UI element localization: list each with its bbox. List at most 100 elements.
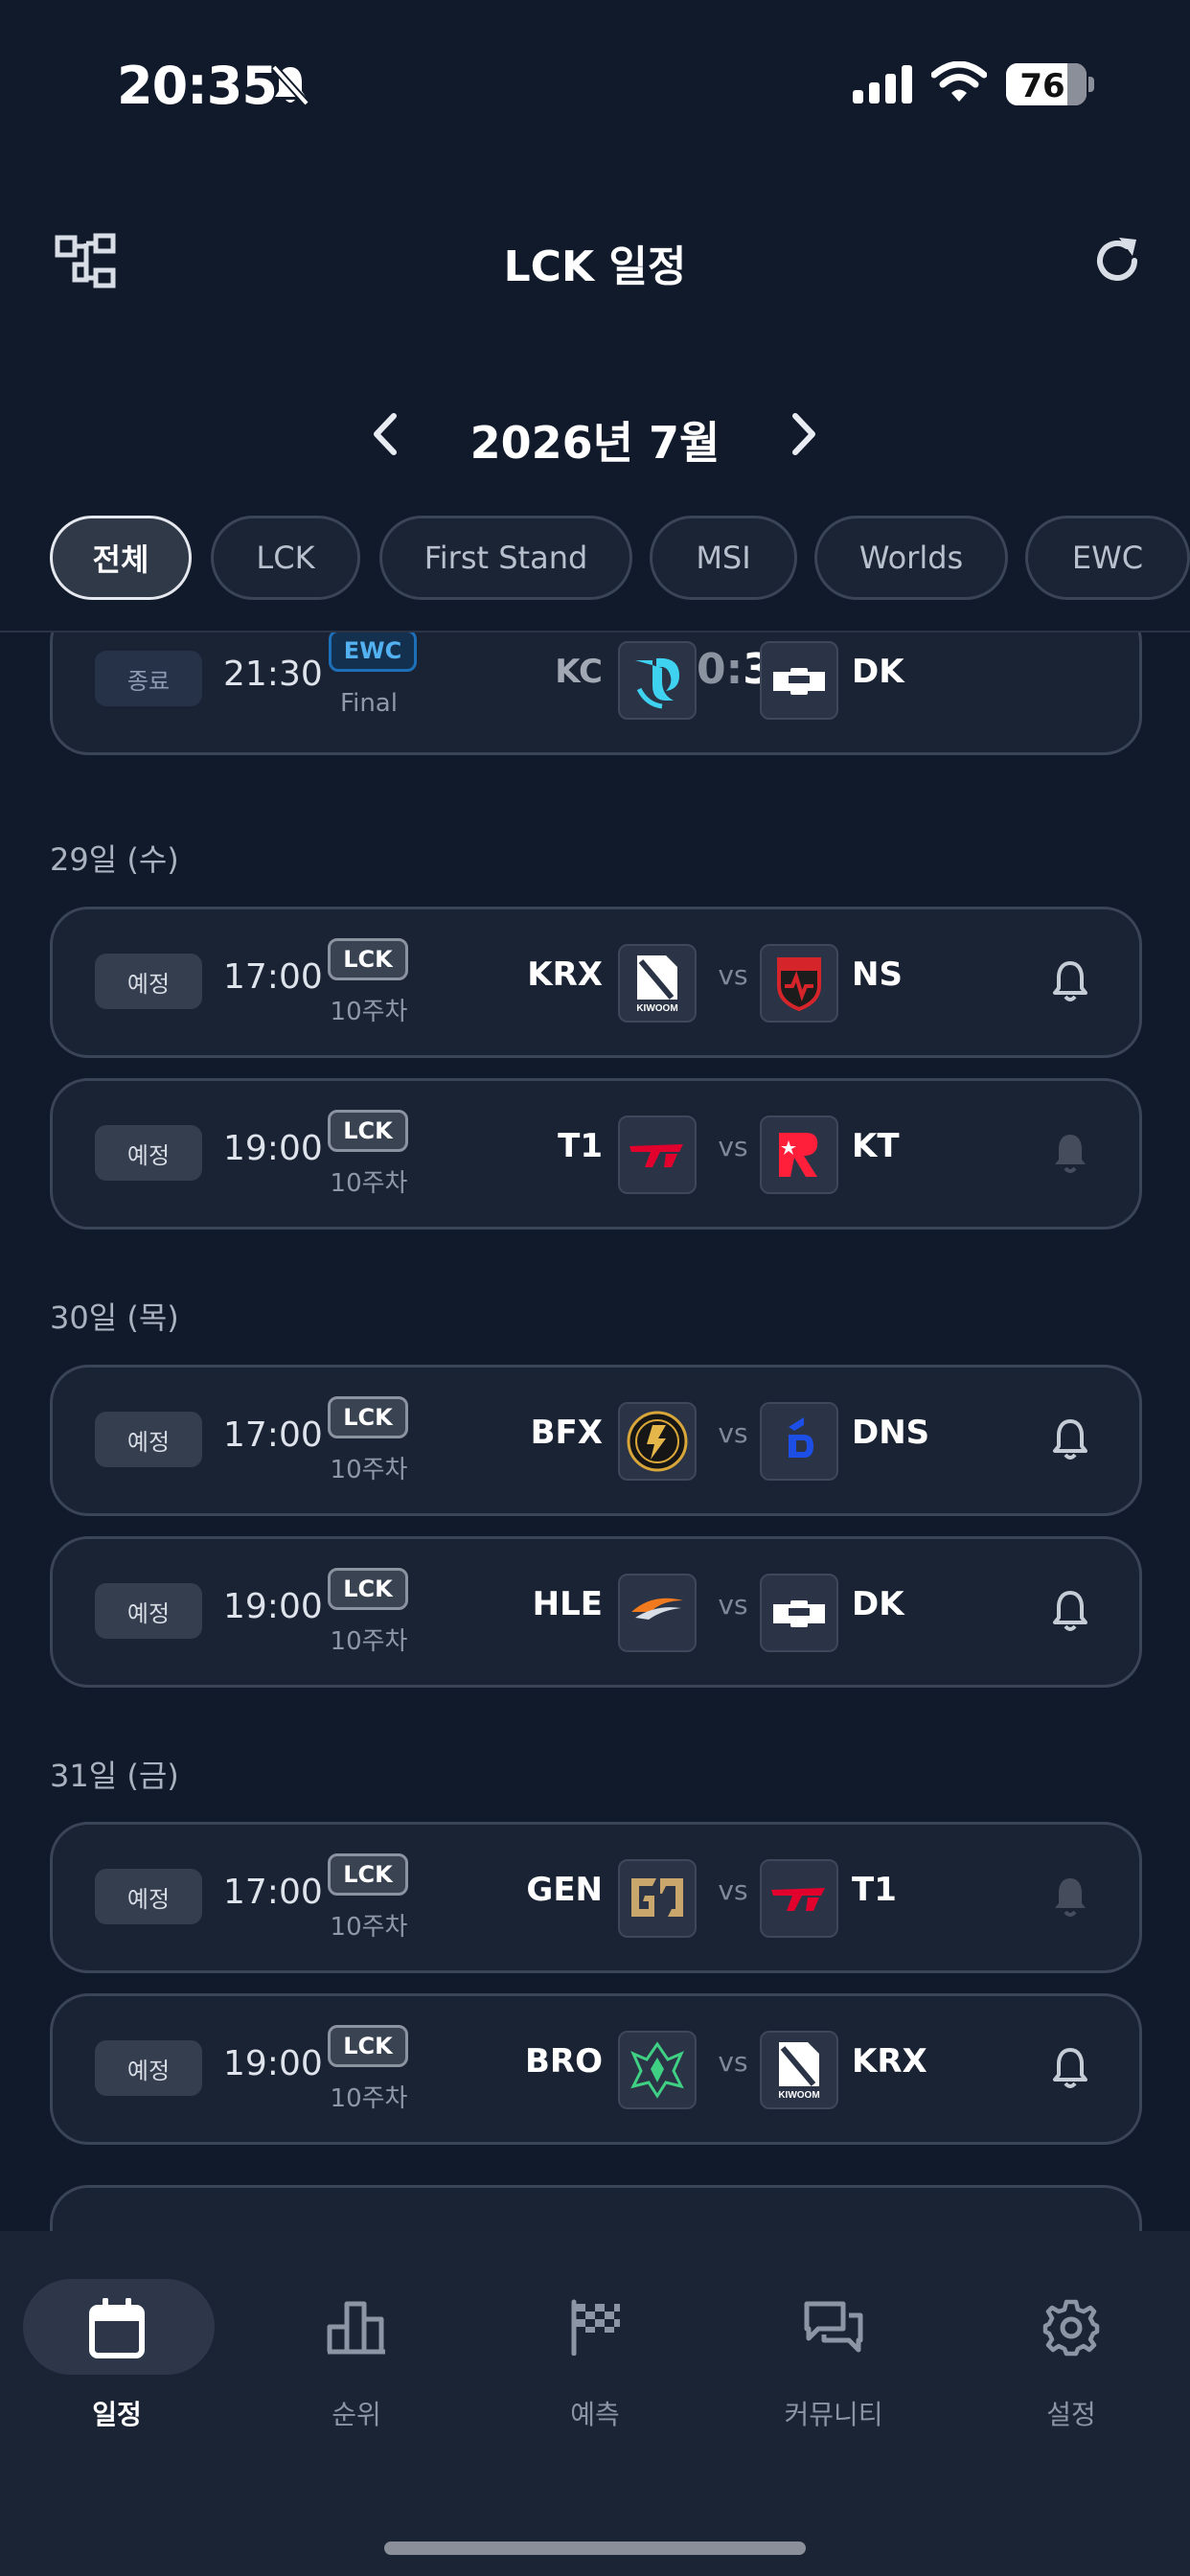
round-label: 10주차	[330, 1627, 408, 1656]
league-badge-lck: LCK	[328, 938, 408, 980]
team-left-name: HLE	[532, 1585, 603, 1623]
muted-bell-icon	[270, 63, 310, 111]
krx-logo: KIWOOM	[760, 2031, 838, 2109]
battery-indicator: 76	[1006, 63, 1087, 105]
filter-chip-all[interactable]: 전체	[50, 516, 192, 600]
dk-logo	[760, 641, 838, 720]
match-score: 0:3	[697, 645, 772, 694]
alarm-bell-icon[interactable]	[1051, 1417, 1089, 1465]
kiwoom-wordmark: KIWOOM	[636, 1003, 677, 1014]
score-separator: :	[725, 645, 744, 694]
match-card-peek[interactable]	[50, 2185, 1142, 2231]
gear-icon	[975, 2298, 1167, 2358]
match-card[interactable]: 예정 19:00 LCK 10주차 HLE vs DK	[50, 1536, 1142, 1688]
home-indicator[interactable]	[384, 2542, 806, 2555]
battery-tip	[1088, 77, 1094, 92]
team-left-name: KC	[555, 653, 603, 691]
dk-logo	[760, 1574, 838, 1652]
team-left-name: BFX	[530, 1414, 603, 1452]
team-left-name: GEN	[526, 1871, 603, 1909]
alarm-bell-icon[interactable]	[1051, 1589, 1089, 1637]
match-time: 17:00	[223, 1873, 323, 1912]
match-card[interactable]: 예정 17:00 LCK 10주차 KRX KIWOOM vs NS	[50, 907, 1142, 1058]
match-time: 21:30	[223, 655, 323, 694]
alarm-bell-off-icon[interactable]	[1051, 1874, 1089, 1922]
match-card[interactable]: 예정 17:00 LCK 10주차 GEN vs T1	[50, 1822, 1142, 1973]
gen-logo	[618, 1859, 697, 1938]
checkered-flag-icon	[499, 2298, 691, 2356]
tab-standings[interactable]: 순위	[261, 2279, 452, 2451]
tab-label: 순위	[332, 2399, 381, 2430]
tab-label: 일정	[92, 2399, 142, 2430]
alarm-bell-icon[interactable]	[1051, 2046, 1089, 2094]
filter-chip-worlds[interactable]: Worlds	[814, 516, 1008, 600]
match-time: 19:00	[223, 1587, 323, 1626]
ns-logo	[760, 944, 838, 1023]
filter-chip-ewc[interactable]: EWC	[1025, 516, 1190, 600]
wifi-icon	[930, 60, 988, 107]
round-label: 10주차	[330, 1913, 408, 1942]
schedule-list[interactable]: 종료 21:30 EWC Final KC 0:3 DK 29일 (수) 예정 …	[0, 632, 1190, 2231]
match-card-finished[interactable]: 종료 21:30 EWC Final KC 0:3 DK	[50, 632, 1142, 755]
calendar-icon	[21, 2298, 213, 2361]
tab-prediction[interactable]: 예측	[499, 2279, 691, 2451]
match-status-badge: 예정	[95, 954, 202, 1009]
match-status-badge: 예정	[95, 1125, 202, 1181]
team-left-name: T1	[558, 1127, 603, 1165]
tab-label: 예측	[570, 2399, 620, 2430]
team-right-name: KRX	[852, 2042, 927, 2081]
team-right-name: NS	[852, 955, 903, 994]
league-badge-lck: LCK	[328, 2025, 408, 2067]
tab-community[interactable]: 커뮤니티	[738, 2279, 929, 2451]
filter-chip-lck[interactable]: LCK	[211, 516, 360, 600]
league-badge-lck: LCK	[328, 1110, 408, 1152]
chat-bubbles-icon	[738, 2298, 929, 2356]
match-card[interactable]: 예정 19:00 LCK 10주차 T1 vs KT	[50, 1078, 1142, 1230]
app-header: LCK 일정	[0, 211, 1190, 307]
kc-logo	[618, 641, 697, 720]
t1-logo	[618, 1116, 697, 1194]
date-header: 31일 (금)	[50, 1758, 179, 1794]
month-label: 2026년 7월	[469, 417, 721, 469]
vs-label: vs	[718, 1417, 748, 1449]
alarm-bell-icon[interactable]	[1051, 959, 1089, 1007]
match-status-badge: 예정	[95, 1583, 202, 1639]
tab-schedule[interactable]: 일정	[21, 2279, 215, 2451]
bro-logo	[618, 2031, 697, 2109]
hle-logo	[618, 1574, 697, 1652]
filter-chip-first-stand[interactable]: First Stand	[379, 516, 632, 600]
round-label: 10주차	[330, 2084, 408, 2113]
status-time: 20:35	[117, 56, 278, 116]
dns-logo	[760, 1402, 838, 1481]
league-filter-bar: 전체 LCK First Stand MSI Worlds EWC	[50, 516, 1190, 602]
tab-settings[interactable]: 설정	[975, 2279, 1167, 2451]
krx-logo: KIWOOM	[618, 944, 697, 1023]
filter-chip-msi[interactable]: MSI	[650, 516, 797, 600]
alarm-bell-off-icon[interactable]	[1051, 1131, 1089, 1179]
chevron-right-icon[interactable]	[786, 412, 820, 460]
t1-logo	[760, 1859, 838, 1938]
match-status-badge: 종료	[95, 651, 202, 706]
month-navigator: 2026년 7월	[0, 402, 1190, 470]
match-time: 19:00	[223, 1129, 323, 1168]
match-status-badge: 예정	[95, 2040, 202, 2096]
refresh-icon[interactable]	[1088, 232, 1146, 293]
match-card[interactable]: 예정 19:00 LCK 10주차 BRO vs KIWOOM KRX	[50, 1993, 1142, 2145]
bar-chart-icon	[261, 2298, 452, 2356]
round-label: 10주차	[330, 1169, 408, 1198]
match-card[interactable]: 예정 17:00 LCK 10주차 BFX vs DNS	[50, 1365, 1142, 1516]
vs-label: vs	[718, 959, 748, 991]
cellular-signal-icon	[853, 65, 912, 107]
tab-label: 설정	[1046, 2399, 1096, 2430]
round-label: Final	[340, 689, 398, 718]
league-badge-ewc: EWC	[329, 632, 417, 672]
round-label: 10주차	[330, 998, 408, 1026]
match-time: 17:00	[223, 1415, 323, 1455]
bottom-tab-bar: 일정 순위 예측 커뮤니티 설정	[0, 2231, 1190, 2576]
team-right-name: DK	[852, 1585, 904, 1623]
status-bar: 20:35 76	[0, 0, 1190, 172]
tab-label: 커뮤니티	[784, 2399, 883, 2430]
battery-level-text: 76	[1019, 67, 1065, 105]
match-time: 17:00	[223, 957, 323, 997]
team-right-name: DNS	[852, 1414, 930, 1452]
